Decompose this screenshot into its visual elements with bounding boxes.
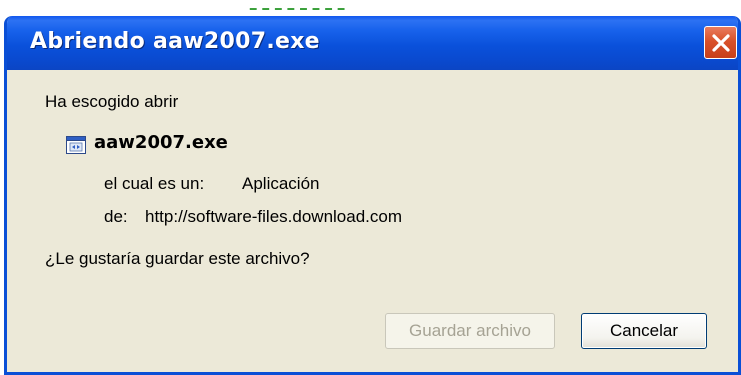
executable-file-icon <box>66 136 86 154</box>
file-type-label: el cual es un: <box>104 174 205 193</box>
cancel-button[interactable]: Cancelar <box>581 313 707 349</box>
intro-text: Ha escogido abrir <box>45 92 179 111</box>
background-page-fragment: ـ ـ ـ ـ ـ ـ ـ ـ <box>250 0 345 15</box>
save-question: ¿Le gustaría guardar este archivo? <box>45 249 310 268</box>
save-file-button[interactable]: Guardar archivo <box>385 313 555 349</box>
file-type-value: Aplicación <box>242 174 320 193</box>
download-dialog: Abriendo aaw2007.exe Ha escogido abrir a… <box>4 16 741 375</box>
dialog-body: Ha escogido abrir aaw2007.exe el cual es… <box>7 70 738 372</box>
title-bar[interactable]: Abriendo aaw2007.exe <box>7 16 738 70</box>
screen: ـ ـ ـ ـ ـ ـ ـ ـ Abriendo aaw2007.exe Ha … <box>0 0 741 375</box>
close-icon <box>712 34 730 52</box>
close-button[interactable] <box>704 26 737 59</box>
file-source-url: http://software-files.download.com <box>145 207 403 226</box>
file-name: aaw2007.exe <box>94 132 228 153</box>
file-source-label: de: <box>104 207 128 226</box>
dialog-title: Abriendo aaw2007.exe <box>30 29 320 54</box>
